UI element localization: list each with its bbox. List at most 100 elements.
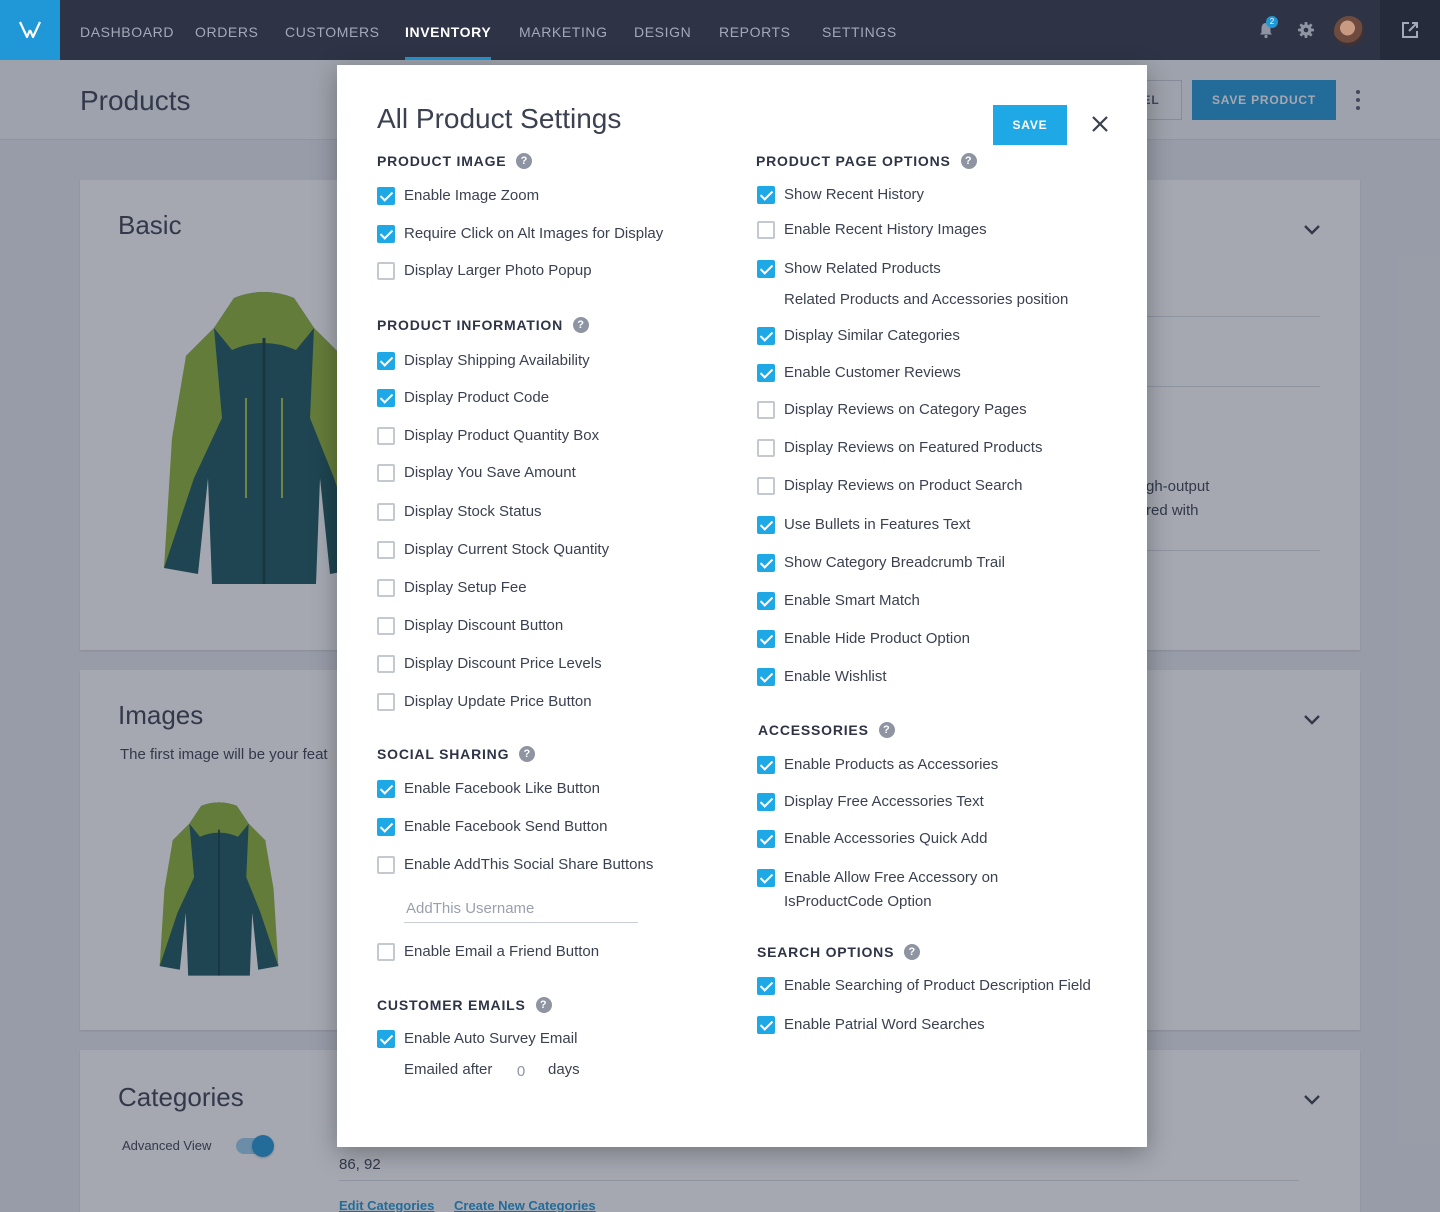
option-enable-image-zoom[interactable]: Enable Image Zoom: [377, 184, 539, 208]
notifications-button[interactable]: 2: [1254, 16, 1278, 42]
checkbox[interactable]: [757, 630, 775, 648]
help-icon[interactable]: ?: [904, 944, 921, 960]
option-display-current-stock-quantity[interactable]: Display Current Stock Quantity: [377, 538, 609, 562]
option-reviews-category-pages[interactable]: Display Reviews on Category Pages: [757, 398, 1027, 422]
checkbox[interactable]: [377, 541, 395, 559]
option-partial-word-searches[interactable]: Enable Patrial Word Searches: [757, 1013, 985, 1037]
option-enable-wishlist[interactable]: Enable Wishlist: [757, 665, 887, 689]
option-require-click-alt-images[interactable]: Require Click on Alt Images for Display: [377, 222, 663, 246]
nav-item-inventory[interactable]: INVENTORY: [405, 0, 492, 60]
checkbox[interactable]: [757, 869, 775, 887]
notification-count-badge: 2: [1266, 16, 1278, 28]
option-category-breadcrumb[interactable]: Show Category Breadcrumb Trail: [757, 551, 1005, 575]
option-products-as-accessories[interactable]: Enable Products as Accessories: [757, 753, 998, 777]
nav-item-design[interactable]: DESIGN: [634, 0, 691, 60]
checkbox[interactable]: [377, 352, 395, 370]
nav-item-settings[interactable]: SETTINGS: [822, 0, 897, 60]
nav-item-reports[interactable]: REPORTS: [719, 0, 791, 60]
checkbox[interactable]: [757, 554, 775, 572]
survey-days-input[interactable]: [509, 1059, 533, 1083]
checkbox[interactable]: [377, 693, 395, 711]
save-button[interactable]: SAVE: [993, 105, 1067, 145]
option-display-shipping-availability[interactable]: Display Shipping Availability: [377, 349, 590, 373]
checkbox[interactable]: [377, 427, 395, 445]
help-icon[interactable]: ?: [535, 997, 552, 1013]
checkbox[interactable]: [757, 756, 775, 774]
option-accessories-quick-add[interactable]: Enable Accessories Quick Add: [757, 827, 987, 851]
checkbox[interactable]: [757, 477, 775, 495]
nav-item-marketing[interactable]: MARKETING: [519, 0, 608, 60]
option-free-accessories-text[interactable]: Display Free Accessories Text: [757, 790, 984, 814]
checkbox[interactable]: [377, 464, 395, 482]
checkbox[interactable]: [377, 1030, 395, 1048]
checkbox[interactable]: [757, 977, 775, 995]
checkbox[interactable]: [757, 516, 775, 534]
checkbox[interactable]: [757, 260, 775, 278]
checkbox[interactable]: [377, 617, 395, 635]
option-reviews-product-search[interactable]: Display Reviews on Product Search: [757, 474, 1022, 498]
checkbox[interactable]: [757, 221, 775, 239]
option-display-discount-price-levels[interactable]: Display Discount Price Levels: [377, 652, 602, 676]
option-display-product-code[interactable]: Display Product Code: [377, 386, 549, 410]
checkbox[interactable]: [757, 1016, 775, 1034]
checkbox[interactable]: [377, 943, 395, 961]
option-allow-free-accessory[interactable]: Enable Allow Free Accessory on IsProductC…: [757, 866, 998, 914]
option-bullets-features-text[interactable]: Use Bullets in Features Text: [757, 513, 970, 537]
checkbox[interactable]: [757, 830, 775, 848]
checkbox[interactable]: [757, 668, 775, 686]
checkbox[interactable]: [377, 818, 395, 836]
option-show-related-products[interactable]: Show Related Products: [757, 257, 941, 281]
option-enable-hide-product[interactable]: Enable Hide Product Option: [757, 627, 970, 651]
option-display-quantity-box[interactable]: Display Product Quantity Box: [377, 424, 599, 448]
option-display-similar-categories[interactable]: Display Similar Categories: [757, 324, 960, 348]
option-display-stock-status[interactable]: Display Stock Status: [377, 500, 542, 524]
checkbox[interactable]: [757, 592, 775, 610]
checkbox[interactable]: [757, 364, 775, 382]
close-icon[interactable]: [1089, 113, 1111, 135]
checkbox[interactable]: [377, 579, 395, 597]
option-display-larger-photo-popup[interactable]: Display Larger Photo Popup: [377, 259, 592, 283]
option-show-recent-history[interactable]: Show Recent History: [757, 183, 924, 207]
checkbox[interactable]: [377, 389, 395, 407]
nav-item-orders[interactable]: ORDERS: [195, 0, 259, 60]
related-products-position-label[interactable]: Related Products and Accessories positio…: [784, 288, 1068, 312]
checkbox[interactable]: [377, 780, 395, 798]
option-enable-auto-survey-email[interactable]: Enable Auto Survey Email: [377, 1027, 577, 1051]
checkbox[interactable]: [377, 187, 395, 205]
checkbox[interactable]: [757, 401, 775, 419]
checkbox[interactable]: [377, 503, 395, 521]
help-icon[interactable]: ?: [573, 317, 590, 333]
nav-item-dashboard[interactable]: DASHBOARD: [80, 0, 174, 60]
logo-icon[interactable]: [0, 0, 60, 60]
checkbox[interactable]: [757, 327, 775, 345]
option-enable-facebook-send[interactable]: Enable Facebook Send Button: [377, 815, 607, 839]
help-icon[interactable]: ?: [960, 153, 977, 169]
option-reviews-featured-products[interactable]: Display Reviews on Featured Products: [757, 436, 1042, 460]
checkbox[interactable]: [757, 186, 775, 204]
checkbox[interactable]: [377, 225, 395, 243]
open-storefront-button[interactable]: [1380, 0, 1440, 60]
option-enable-recent-history-images[interactable]: Enable Recent History Images: [757, 218, 987, 242]
option-enable-smart-match[interactable]: Enable Smart Match: [757, 589, 920, 613]
addthis-username-input[interactable]: [404, 895, 638, 923]
checkbox[interactable]: [377, 655, 395, 673]
option-enable-addthis-share[interactable]: Enable AddThis Social Share Buttons: [377, 853, 653, 877]
option-display-update-price-button[interactable]: Display Update Price Button: [377, 690, 592, 714]
checkbox[interactable]: [377, 262, 395, 280]
option-display-discount-button[interactable]: Display Discount Button: [377, 614, 563, 638]
help-icon[interactable]: ?: [878, 722, 895, 738]
user-avatar[interactable]: [1334, 16, 1364, 46]
help-icon[interactable]: ?: [519, 746, 536, 762]
option-display-setup-fee[interactable]: Display Setup Fee: [377, 576, 527, 600]
option-enable-facebook-like[interactable]: Enable Facebook Like Button: [377, 777, 600, 801]
option-enable-customer-reviews[interactable]: Enable Customer Reviews: [757, 361, 961, 385]
checkbox[interactable]: [757, 793, 775, 811]
option-display-you-save-amount[interactable]: Display You Save Amount: [377, 461, 576, 485]
option-search-description-field[interactable]: Enable Searching of Product Description …: [757, 974, 1091, 998]
settings-button[interactable]: [1294, 18, 1318, 42]
option-enable-email-friend[interactable]: Enable Email a Friend Button: [377, 940, 599, 964]
nav-item-customers[interactable]: CUSTOMERS: [285, 0, 380, 60]
checkbox[interactable]: [757, 439, 775, 457]
checkbox[interactable]: [377, 856, 395, 874]
help-icon[interactable]: ?: [516, 153, 533, 169]
